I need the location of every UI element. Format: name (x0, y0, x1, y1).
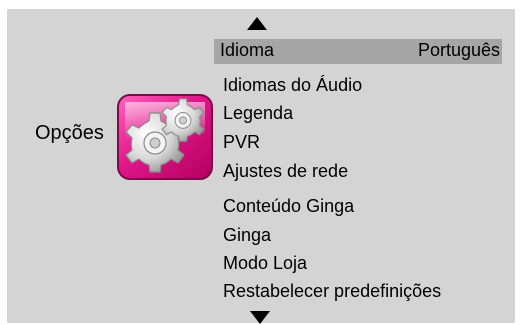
menu-item-legenda[interactable]: Legenda (223, 103, 293, 124)
gears-icon (115, 92, 215, 182)
menu-item-conteudo-ginga[interactable]: Conteúdo Ginga (223, 196, 354, 217)
tv-options-screen: Opções Idioma Português Idiomas do Áudio… (0, 0, 522, 325)
menu-item-idioma[interactable]: Idioma (220, 40, 274, 61)
up-arrow-icon[interactable] (247, 17, 267, 30)
down-arrow-icon[interactable] (250, 311, 270, 324)
menu-item-idiomas-do-audio[interactable]: Idiomas do Áudio (223, 75, 362, 96)
options-title: Opções (35, 122, 104, 144)
menu-item-pvr[interactable]: PVR (223, 132, 260, 153)
menu-item-ginga[interactable]: Ginga (223, 225, 271, 246)
menu-item-ajustes-de-rede[interactable]: Ajustes de rede (223, 161, 348, 182)
menu-value-idioma: Português (417, 40, 500, 60)
menu-item-restabelecer-predefinicoes[interactable]: Restabelecer predefinições (223, 281, 441, 302)
menu-item-modo-loja[interactable]: Modo Loja (223, 253, 307, 274)
